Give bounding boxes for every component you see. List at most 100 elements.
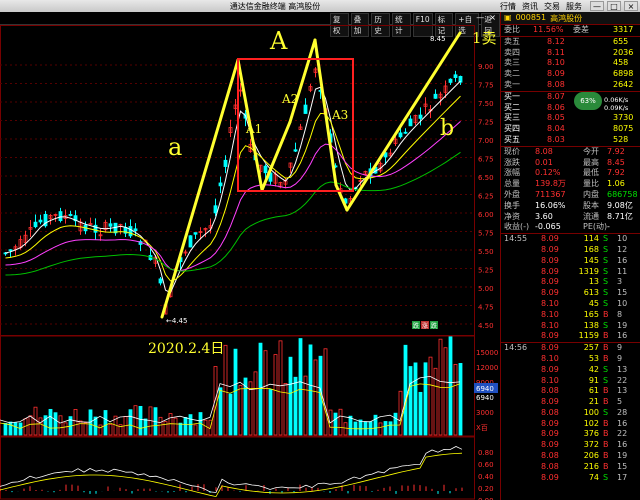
tick-row: 8.10 45 S 10 [501,299,640,310]
sell-orders: 卖五 8.12 655 卖四 8.11 2036 卖三 8.10 458 卖二 8.09 6898 卖一… [501,35,640,91]
label-A2: A2 [281,92,298,106]
volume-bar [428,356,433,436]
volume-bar [398,390,403,436]
candle-body [68,214,73,217]
volume-bar [158,416,163,436]
minimize-button[interactable]: — [590,1,604,11]
volume-bar [268,389,273,436]
close-button[interactable]: × [624,1,638,11]
tick-volume: 613 [583,288,599,298]
stat-row: 现价 8.08 今开 7.92 [501,147,640,158]
menu-service[interactable]: 服务 [566,1,582,12]
volume-bar [183,416,188,436]
stat-value: 139.8万 [535,179,566,189]
stat-label: 流通 [583,211,599,221]
stat-value: 686758 [607,189,638,199]
volume-tick-label: 15000 [476,349,498,357]
tick-row: 14:55 8.09 114 S 10 [501,234,640,245]
volume-bar [448,336,453,436]
tick-list-1456[interactable]: 14:56 8.09 257 B 9 8.10 53 B 9 8.09 42 S 13 8.10 91 S 22… [501,342,640,483]
stat-value: 3.60 [535,211,553,221]
menu-news[interactable]: 资讯 [522,1,538,12]
tick-count: 12 [617,244,628,254]
stat-value: 0.12% [535,168,561,178]
volume-bar [403,344,408,436]
stat-label: 净资 [504,211,520,221]
chart-minimize-icon[interactable]: — [476,13,484,22]
volume-bar [358,419,363,436]
tick-price: 8.09 [541,234,559,244]
tick-count: 28 [617,407,628,417]
kline-chart[interactable]: 9.00 7.75 7.50 7.25 7.00 6.75 6.50 6.25 6.00 5.75… [0,25,500,500]
tick-row: 8.10 91 S 22 [501,376,640,387]
volume-highlight-label: 6940 [476,385,494,393]
tick-side: B [603,397,609,407]
volume-bar [298,338,303,436]
sell-volume: 655 [613,36,629,46]
volume-bar [193,424,198,436]
volume-bar [413,362,418,436]
tick-volume: 53 [588,353,599,363]
stat-label: 股本 [583,200,599,210]
price-tick-label: 9.00 [478,63,494,71]
tick-price: 8.10 [541,309,559,319]
tick-row: 8.10 53 B 9 [501,354,640,365]
tick-price: 8.09 [541,429,559,439]
volume-bar [178,422,183,436]
tick-row: 8.08 216 B 15 [501,462,640,473]
stat-value: 8.08 [535,146,553,156]
volume-tick-label: 3000 [476,409,494,417]
price-tick-label: 6.50 [478,174,494,182]
stat-value: 7.92 [607,146,625,156]
maximize-button[interactable]: □ [607,1,621,11]
volume-bar [103,410,108,436]
tick-price: 8.09 [541,277,559,287]
price-tick-label: 7.00 [478,137,494,145]
buy-row: 买三 8.05 3730 [501,113,640,124]
candle-body [33,221,38,228]
tick-time: 14:56 [504,343,528,353]
tick-count: 9 [617,343,623,353]
volume-bar [133,405,138,436]
tick-row: 8.09 168 S 12 [501,245,640,256]
stat-row: 净资 3.60 流通 8.71亿 [501,212,640,223]
tick-price: 8.09 [541,331,559,341]
tick-count: 22 [617,429,628,439]
tick-side: B [603,418,609,428]
tick-list-1455[interactable]: 14:55 8.09 114 S 10 8.09 168 S 12 8.09 145 S 16 8.09 1… [501,233,640,342]
buy-price: 8.05 [547,113,565,123]
tick-count: 10 [617,298,628,308]
macd-dea-line [0,452,463,498]
candle-body [58,211,63,222]
chart-close-icon[interactable]: × [489,13,496,22]
price-tick-label: 4.50 [478,322,494,330]
tick-price: 8.09 [541,343,559,353]
volume-bar [128,409,133,436]
stat-label: 量比 [583,179,599,189]
tick-row: 8.09 613 S 15 [501,288,640,299]
tick-side: S [603,375,609,385]
sell-price: 8.10 [547,58,565,68]
tick-price: 8.09 [541,418,559,428]
volume-bar [453,364,458,436]
buy-volume: 3730 [613,113,634,123]
tick-price: 8.08 [541,451,559,461]
tick-side: B [603,440,609,450]
tick-side: S [603,277,609,287]
buy-label: 买一 [504,91,520,101]
tick-row: 8.08 206 B 19 [501,451,640,462]
stock-header: ▣ 000851 高鸿股份 [501,12,640,25]
volume-bar [203,419,208,436]
tick-price: 8.09 [541,288,559,298]
window-title: 通达信金融终端 高鸿股份 [229,2,321,11]
volume-bar [98,424,103,436]
tick-side: S [603,255,609,265]
price-tick-label: 6.75 [478,156,494,164]
tick-count: 17 [617,472,628,482]
menu-trade[interactable]: 交易 [544,1,560,12]
tick-volume: 61 [588,386,599,396]
stat-label: 现价 [504,146,520,156]
menu-quotes[interactable]: 行情 [500,1,516,12]
price-axis: 9.00 7.75 7.50 7.25 7.00 6.75 6.50 6.25 6.00 5.75… [474,63,498,500]
network-speed: 0.06K/s 0.09K/s [604,96,629,112]
